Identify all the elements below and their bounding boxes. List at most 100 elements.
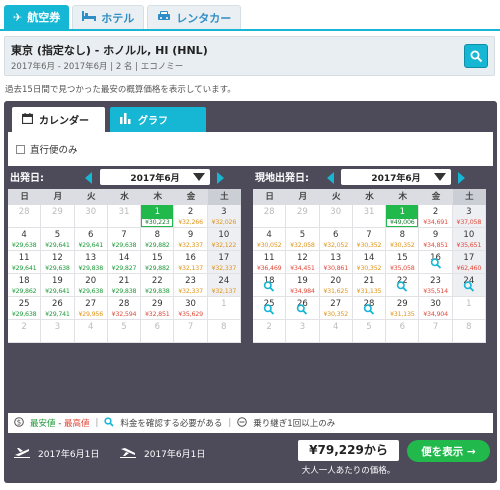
calendar-day[interactable]: 2 ¥34,691 [419, 205, 453, 228]
calendar-day[interactable]: 4 ¥30,052 [253, 228, 287, 251]
legend-separator: | [228, 418, 232, 428]
calendar-day[interactable]: 3 ¥37,058 [452, 205, 486, 228]
calendar-day[interactable]: 30 ¥34,904 [419, 297, 453, 320]
calendar-day[interactable]: 13 ¥29,838 [74, 251, 108, 274]
calendar-day[interactable]: 29 ¥32,851 [141, 297, 175, 320]
calendar-day[interactable]: 26 ¥29,741 [41, 297, 75, 320]
tab-hotels-label: ホテル [101, 11, 135, 25]
calendar-day[interactable]: 12 ¥29,638 [41, 251, 75, 274]
calendar-day[interactable]: 24 [452, 274, 486, 297]
day-number: 1 [399, 207, 405, 217]
calendar-day[interactable]: 12 ¥34,451 [286, 251, 320, 274]
calendar-day[interactable]: 16 ¥32,137 [174, 251, 208, 274]
calendar-day[interactable]: 26 [286, 297, 320, 320]
calendar-day[interactable]: 28 ¥32,594 [107, 297, 142, 320]
direct-only-checkbox[interactable]: 直行便のみ [16, 142, 78, 156]
calendar-day[interactable]: 1 ¥30,223 [141, 205, 175, 228]
calendar-day[interactable]: 1 ¥49,006 [386, 205, 420, 228]
weekday: 日 [20, 192, 29, 202]
calendar-day[interactable]: 18 ¥29,862 [8, 274, 42, 297]
calendar-day[interactable]: 5 ¥29,641 [41, 228, 75, 251]
tab-graph[interactable]: グラフ [110, 107, 206, 132]
return-next-arrow[interactable] [458, 172, 465, 184]
day-number: 4 [87, 322, 94, 332]
outbound-month-select[interactable]: 2017年6月 [100, 169, 210, 185]
plane-icon: ✈ [13, 10, 23, 24]
calendar-day[interactable]: 6 ¥32,052 [319, 228, 353, 251]
calendar-day[interactable]: 25 ¥29,638 [8, 297, 42, 320]
calendar-day[interactable]: 22 [386, 274, 420, 297]
calendar-day[interactable]: 9 ¥34,851 [419, 228, 453, 251]
calendar-day[interactable]: 15 ¥29,882 [141, 251, 175, 274]
calendar-day[interactable]: 30 ¥35,629 [174, 297, 208, 320]
calendar-day[interactable]: 10 ¥35,651 [452, 228, 486, 251]
calendar-day[interactable]: 16 [419, 251, 453, 274]
search-icon[interactable] [263, 281, 275, 295]
calendar-day[interactable]: 18 [253, 274, 287, 297]
calendar-day[interactable]: 27 ¥29,956 [74, 297, 108, 320]
calendar-day[interactable]: 15 ¥35,058 [386, 251, 420, 274]
day-price: ¥31,135 [389, 311, 415, 318]
calendar-day[interactable]: 19 ¥29,641 [41, 274, 75, 297]
calendar-day[interactable]: 11 ¥29,641 [8, 251, 42, 274]
day-price: ¥30,052 [256, 242, 282, 249]
calendar-day[interactable]: 9 ¥32,337 [174, 228, 208, 251]
calendar-day[interactable]: 21 ¥29,838 [107, 274, 142, 297]
day-price: ¥32,851 [144, 311, 170, 318]
search-icon[interactable] [263, 304, 275, 318]
show-flights-button[interactable]: 便を表示 → [407, 440, 490, 462]
calendar-day[interactable]: 11 ¥36,469 [253, 251, 287, 274]
calendar-day[interactable]: 23 ¥35,514 [419, 274, 453, 297]
outbound-next-arrow[interactable] [217, 172, 224, 184]
calendar-day[interactable]: 29 ¥31,135 [386, 297, 420, 320]
checkbox-box[interactable] [16, 144, 25, 154]
search-icon[interactable] [463, 281, 474, 295]
search-icon[interactable] [363, 304, 375, 318]
day-price: ¥29,641 [11, 265, 37, 272]
calendar-day[interactable]: 27 ¥30,352 [319, 297, 353, 320]
tab-calendar[interactable]: カレンダー [12, 107, 105, 132]
calendar-day[interactable]: 6 ¥29,641 [74, 228, 108, 251]
search-icon[interactable] [397, 281, 408, 295]
return-month-select[interactable]: 2017年6月 [341, 169, 451, 185]
calendar-day[interactable]: 17 ¥32,337 [207, 251, 241, 274]
calendar-day[interactable]: 5 ¥32,058 [286, 228, 320, 251]
search-button[interactable] [464, 44, 488, 68]
calendar-day[interactable]: 25 [253, 297, 287, 320]
tab-flights[interactable]: ✈ 航空券 [4, 5, 70, 29]
calendar-day[interactable]: 24 ¥32,137 [207, 274, 241, 297]
calendar-day[interactable]: 13 ¥30,861 [319, 251, 353, 274]
calendar-day[interactable]: 21 ¥31,135 [352, 274, 387, 297]
calendar-day[interactable]: 7 ¥30,352 [352, 228, 387, 251]
day-number: 3 [54, 322, 61, 332]
day-number: 15 [396, 253, 408, 263]
calendar-day[interactable]: 23 ¥32,337 [174, 274, 208, 297]
return-prev-arrow[interactable] [327, 172, 334, 184]
calendar-day[interactable]: 20 ¥31,625 [319, 274, 353, 297]
search-icon[interactable] [430, 258, 441, 272]
calendar-day[interactable]: 20 ¥29,638 [74, 274, 108, 297]
calendar-day[interactable]: 8 ¥29,882 [141, 228, 175, 251]
calendar-day: 6 [141, 320, 175, 343]
calendar-day[interactable]: 8 ¥30,352 [386, 228, 420, 251]
tab-hotels[interactable]: ホテル [72, 5, 145, 29]
calendar-day[interactable]: 4 ¥29,638 [8, 228, 42, 251]
search-icon[interactable] [297, 304, 308, 318]
calendar-day[interactable]: 22 ¥29,838 [141, 274, 175, 297]
calendar-day[interactable]: 17 ¥62,460 [452, 251, 486, 274]
day-number: 28 [118, 299, 130, 309]
calendar-day[interactable]: 10 ¥32,122 [207, 228, 241, 251]
calendar-day[interactable]: 14 ¥29,827 [107, 251, 142, 274]
calendar-day[interactable]: 19 ¥34,984 [286, 274, 320, 297]
tab-flights-label: 航空券 [27, 11, 61, 24]
calendar-day[interactable]: 3 ¥32,026 [207, 205, 241, 228]
day-number: 29 [52, 207, 63, 217]
calendar-day: 28 [253, 205, 287, 228]
calendar-day[interactable]: 7 ¥29,638 [107, 228, 142, 251]
outbound-prev-arrow[interactable] [85, 172, 92, 184]
calendar-day[interactable]: 2 ¥32,266 [174, 205, 208, 228]
calendar-day[interactable]: 28 [352, 297, 387, 320]
tab-cars[interactable]: レンタカー [147, 5, 242, 29]
calendar-day: 31 [107, 205, 142, 228]
calendar-day[interactable]: 14 ¥30,352 [352, 251, 387, 274]
